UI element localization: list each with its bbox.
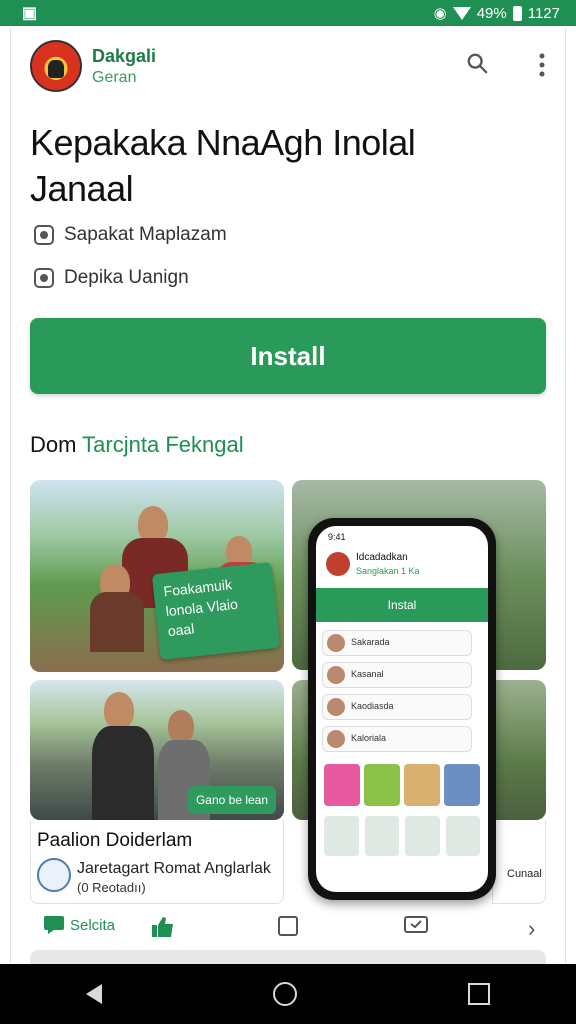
phone-thumb: [324, 764, 360, 806]
bottom-tabs: Selcita ›: [30, 910, 550, 944]
message-box-icon: [404, 916, 428, 933]
person-figure: [168, 710, 194, 742]
tab-message[interactable]: [404, 916, 428, 936]
phone-tile: [324, 816, 359, 856]
phone-row-text: Kasanal: [351, 669, 384, 679]
bottom-sheet-edge: [30, 950, 546, 964]
thumb-up-icon: [152, 917, 173, 937]
search-icon[interactable]: [466, 52, 488, 74]
battery-icon: [512, 5, 522, 21]
status-bar: ▣ ◉ 49% 1127: [0, 0, 576, 26]
person-shirt: [92, 726, 154, 820]
tab-selcita[interactable]: Selcita: [44, 916, 115, 934]
tab-next[interactable]: ›: [528, 916, 535, 942]
caption-avatar: [37, 858, 71, 892]
category-icon: [34, 268, 54, 288]
phone-header-sub: Sanglakan 1 Ka: [356, 566, 420, 576]
clock: 1127: [527, 4, 560, 22]
meta-text: Depika Uanign: [64, 267, 189, 288]
person-figure: [104, 692, 134, 728]
phone-bottom-grid: [324, 816, 480, 856]
developer-subtitle: Geran: [92, 69, 137, 86]
phone-screen: 9:41 Idcadadkan Sanglakan 1 Ka Instal Sa…: [316, 526, 488, 892]
developer-name[interactable]: Dakgali: [92, 46, 156, 67]
section-title-highlight: Tarcjnta Fekngal: [82, 432, 244, 457]
phone-thumb: [444, 764, 480, 806]
app-title-line1: Kepakaka NnaAgh Inolal: [30, 122, 416, 163]
app-title: Kepakaka NnaAgh Inolal Janaal: [30, 120, 550, 212]
phone-row-avatar: [327, 730, 345, 748]
phone-list-row: Kaodiasda: [322, 694, 472, 720]
caption-subtitle: Jaretagart Romat Anglarlak: [77, 860, 271, 877]
phone-tile: [405, 816, 440, 856]
phone-install-bar: Instal: [316, 588, 488, 622]
phone-row-avatar: [327, 698, 345, 716]
tab-square[interactable]: [278, 916, 298, 936]
square-icon: [278, 916, 298, 936]
phone-row-text: Sakarada: [351, 637, 390, 647]
phone-thumb-grid: [324, 764, 480, 806]
phone-tile: [445, 816, 480, 856]
phone-list-row: Sakarada: [322, 630, 472, 656]
phone-tile: [364, 816, 399, 856]
signal-icon: [452, 6, 471, 20]
meta-row-category[interactable]: Depika Uanign: [34, 267, 189, 289]
screenshot-caption-right: Cunaal: [492, 820, 546, 904]
phone-avatar: [326, 552, 350, 576]
tab-label: Selcita: [70, 916, 116, 934]
phone-header-title: Idcadadkan: [356, 552, 408, 563]
wifi-icon: ◉: [433, 5, 447, 22]
overlay-card: Foakamuik lonola Vlaio oaal: [151, 561, 281, 661]
system-nav-bar: [0, 964, 576, 1024]
chat-icon: [44, 916, 64, 934]
app-notification-icon: ▣: [22, 5, 38, 22]
screenshot-caption[interactable]: Paalion Doiderlam Jaretagart Romat Angla…: [30, 820, 284, 904]
app-title-line2: Janaal: [30, 168, 134, 209]
phone-thumb: [364, 764, 400, 806]
phone-mockup[interactable]: 9:41 Idcadadkan Sanglakan 1 Ka Instal Sa…: [308, 518, 496, 900]
install-button[interactable]: Install: [30, 318, 546, 394]
caption-right-text: Cunaal: [507, 868, 542, 880]
person-shirt: [90, 592, 144, 652]
caption-detail: (0 Reotadıı): [77, 880, 146, 895]
app-header: Dakgali Geran: [30, 38, 550, 96]
meta-text: Sapakat Maplazam: [64, 224, 227, 245]
overlay-pill: Gano be lean: [188, 786, 276, 814]
battery-percent: 49%: [476, 4, 507, 22]
developer-icon: [34, 225, 54, 245]
section-title-prefix: Dom: [30, 432, 77, 457]
phone-status-time: 9:41: [328, 532, 346, 542]
person-figure: [138, 506, 168, 542]
phone-thumb: [404, 764, 440, 806]
phone-list-row: Kasanal: [322, 662, 472, 688]
more-vert-icon[interactable]: [538, 52, 546, 78]
app-logo[interactable]: [30, 40, 82, 92]
back-icon[interactable]: [85, 984, 102, 1004]
phone-row-avatar: [327, 666, 345, 684]
caption-title: Paalion Doiderlam: [37, 830, 193, 851]
phone-row-text: Kaodiasda: [351, 701, 394, 711]
phone-header: Idcadadkan Sanglakan 1 Ka: [326, 548, 476, 584]
status-icons: ◉ 49% 1127: [433, 4, 560, 23]
tab-like[interactable]: [152, 916, 174, 938]
meta-row-developer[interactable]: Sapakat Maplazam: [34, 224, 227, 246]
recents-icon[interactable]: [468, 983, 491, 1005]
phone-row-text: Kaloriala: [351, 733, 387, 743]
home-icon[interactable]: [272, 982, 297, 1006]
chevron-right-icon: ›: [528, 916, 536, 941]
section-title: Dom Tarcjnta Fekngal: [30, 432, 244, 458]
phone-row-avatar: [327, 634, 345, 652]
phone-list-row: Kaloriala: [322, 726, 472, 752]
